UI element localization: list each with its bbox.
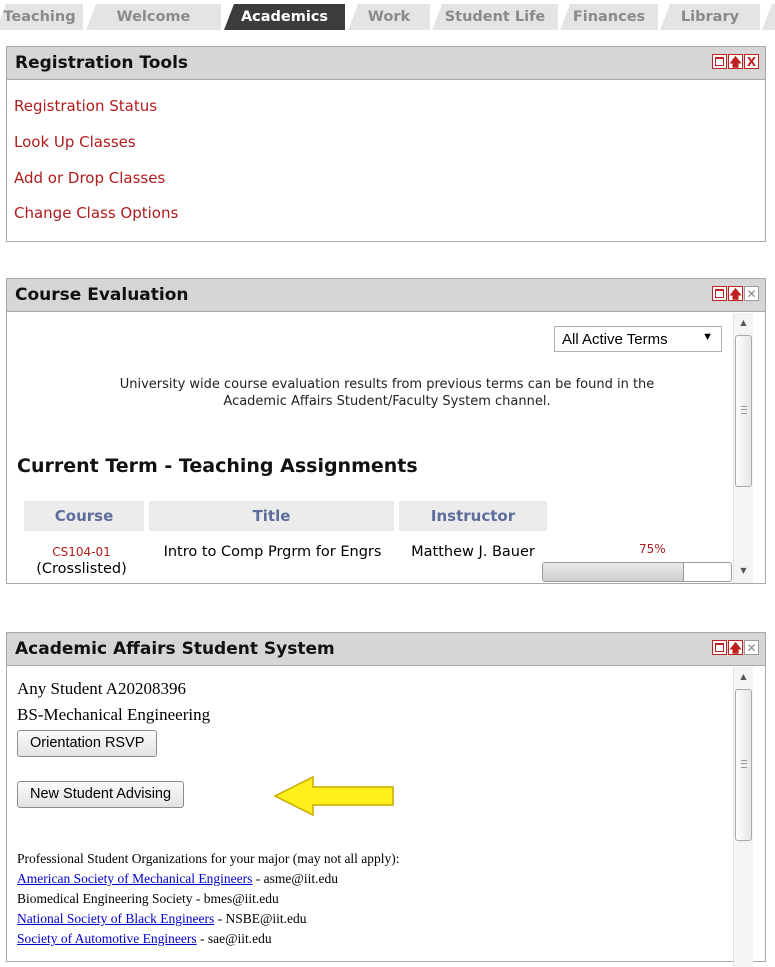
tab-work[interactable]: Work <box>348 4 430 30</box>
change-class-options-link[interactable]: Change Class Options <box>14 204 178 222</box>
channel-controls: 🡅 X <box>712 54 759 69</box>
channel-header: Academic Affairs Student System 🡅 ✕ <box>7 633 765 666</box>
course-cell: CS104-01 (Crosslisted) <box>19 544 144 578</box>
org-link[interactable]: Society of Automotive Engineers <box>17 931 197 946</box>
tab-welcome[interactable]: Welcome <box>86 4 221 30</box>
course-link[interactable]: CS104-01 <box>19 544 144 561</box>
course-evaluation-channel: Course Evaluation 🡅 ✕ All Active Terms ▼… <box>6 278 766 584</box>
org-email: - bmes@iit.edu <box>192 891 279 906</box>
close-icon[interactable]: ✕ <box>744 640 759 655</box>
close-icon[interactable]: X <box>744 54 759 69</box>
student-program: BS-Mechanical Engineering <box>17 705 211 724</box>
org-item: Society of Automotive Engineers - sae@ii… <box>17 931 272 947</box>
student-name-id: Any Student A20208396 <box>17 679 187 698</box>
tab-label: Welcome <box>116 9 191 25</box>
orgs-heading: Professional Student Organizations for y… <box>17 851 400 866</box>
chevron-down-icon: ▼ <box>702 331 713 343</box>
channel-title: Course Evaluation <box>15 285 189 305</box>
org-email: - sae@iit.edu <box>196 931 272 946</box>
scroll-thumb[interactable] <box>735 689 752 841</box>
channel-header: Registration Tools 🡅 X <box>7 47 765 80</box>
tab-label: Finances <box>572 9 646 25</box>
tab-finances[interactable]: Finances <box>560 4 658 30</box>
scroll-up-icon[interactable]: ▲ <box>734 669 753 685</box>
tab-teaching[interactable]: Teaching <box>0 4 83 30</box>
column-header-title: Title <box>149 501 394 531</box>
move-up-icon[interactable]: 🡅 <box>728 640 743 655</box>
progress-fill <box>543 563 684 581</box>
org-link[interactable]: American Society of Mechanical Engineers <box>17 871 252 886</box>
minimize-icon[interactable] <box>712 286 727 301</box>
channel-title: Registration Tools <box>15 53 189 73</box>
look-up-classes-link[interactable]: Look Up Classes <box>14 133 136 151</box>
scroll-down-icon[interactable]: ▼ <box>734 563 753 579</box>
add-drop-classes-link[interactable]: Add or Drop Classes <box>14 169 165 187</box>
channel-controls: 🡅 ✕ <box>712 286 759 301</box>
scroll-up-icon[interactable]: ▲ <box>734 315 753 331</box>
minimize-icon[interactable] <box>712 54 727 69</box>
tab-label: Work <box>367 9 411 25</box>
crosslisted-label: (Crosslisted) <box>36 561 127 577</box>
registration-tools-channel: Registration Tools 🡅 X Registration Stat… <box>6 46 766 242</box>
org-email: - NSBE@iit.edu <box>214 911 307 926</box>
org-name: Biomedical Engineering Society <box>17 891 193 906</box>
channel-controls: 🡅 ✕ <box>712 640 759 655</box>
progress-percent: 75% <box>639 542 666 556</box>
tab-label: Library <box>680 9 740 25</box>
grip-icon <box>741 760 747 768</box>
tab-label: Teaching <box>3 9 76 25</box>
academic-affairs-scrollbar[interactable]: ▲ <box>733 667 753 967</box>
info-line: Academic Affairs Student/Faculty System … <box>223 394 551 409</box>
tab-label: Academics <box>240 9 329 25</box>
term-select-value: All Active Terms <box>562 331 668 348</box>
org-item: Biomedical Engineering Society - bmes@ii… <box>17 891 279 907</box>
title-cell: Intro to Comp Prgrm for Engrs <box>163 544 382 560</box>
column-header-course: Course <box>24 501 144 531</box>
tab-label: Student Life <box>444 9 546 25</box>
org-item: National Society of Black Engineers - NS… <box>17 911 307 927</box>
section-title: Current Term - Teaching Assignments <box>17 455 418 477</box>
move-up-icon[interactable]: 🡅 <box>728 286 743 301</box>
evaluation-progress-bar <box>542 562 732 582</box>
grip-icon <box>741 406 747 414</box>
channel-title: Academic Affairs Student System <box>15 639 335 659</box>
course-eval-scrollbar[interactable]: ▲ ▼ <box>733 313 753 583</box>
academic-affairs-channel: Academic Affairs Student System 🡅 ✕ Any … <box>6 632 766 967</box>
tab-bar: Teaching Welcome Academics Work Student … <box>0 0 775 32</box>
org-email: - asme@iit.edu <box>252 871 338 886</box>
orientation-rsvp-button[interactable]: Orientation RSVP <box>17 730 158 757</box>
tab-academics[interactable]: Academics <box>224 4 345 30</box>
org-link[interactable]: National Society of Black Engineers <box>17 911 214 926</box>
move-up-icon[interactable]: 🡅 <box>728 54 743 69</box>
tab-library[interactable]: Library <box>660 4 760 30</box>
column-header-instructor: Instructor <box>399 501 547 531</box>
instructor-cell: Matthew J. Bauer <box>411 544 535 560</box>
org-item: American Society of Mechanical Engineers… <box>17 871 338 887</box>
scroll-thumb[interactable] <box>735 335 752 487</box>
tab-student-life[interactable]: Student Life <box>432 4 558 30</box>
minimize-icon[interactable] <box>712 640 727 655</box>
evaluation-info-text: University wide course evaluation result… <box>47 376 727 410</box>
info-line: University wide course evaluation result… <box>119 377 655 392</box>
close-icon[interactable]: ✕ <box>744 286 759 301</box>
channel-header: Course Evaluation 🡅 ✕ <box>7 279 765 312</box>
tab-overflow[interactable] <box>762 4 775 30</box>
term-select[interactable]: All Active Terms ▼ <box>554 326 722 352</box>
arrow-left-icon <box>273 775 394 817</box>
new-student-advising-button[interactable]: New Student Advising <box>17 781 185 808</box>
registration-status-link[interactable]: Registration Status <box>14 97 157 115</box>
